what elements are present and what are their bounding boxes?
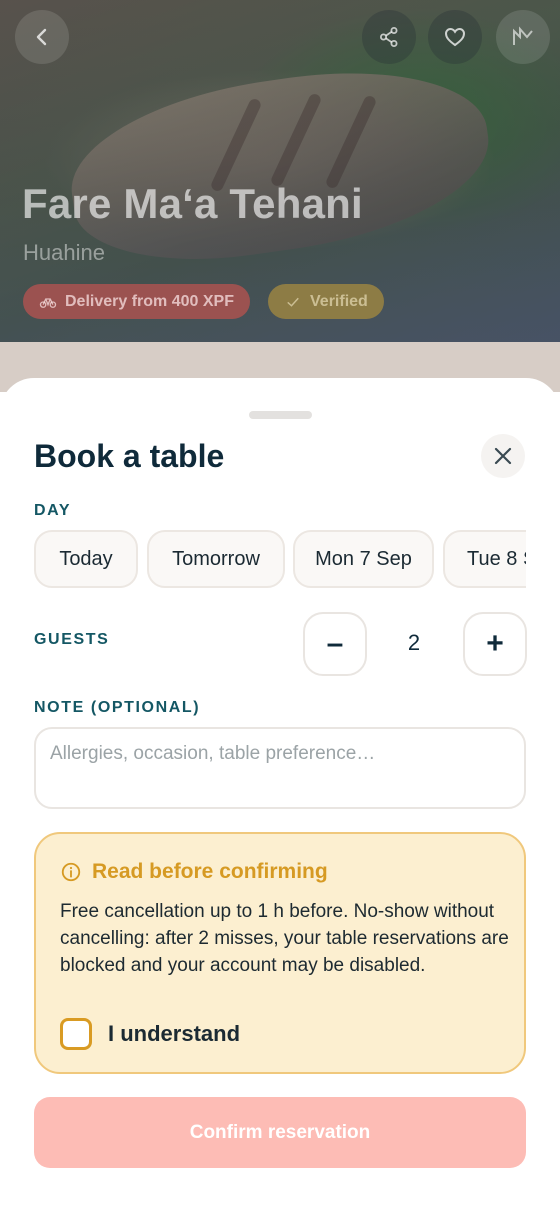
share-button[interactable] (362, 10, 416, 64)
menu-book-button[interactable] (496, 10, 550, 64)
back-button[interactable] (15, 10, 69, 64)
restaurant-location: Huahine (23, 240, 105, 265)
day-selector: Today Tomorrow Mon 7 Sep Tue 8 Sep (34, 530, 526, 588)
understand-checkbox-row[interactable]: I understand (60, 1018, 240, 1050)
close-button[interactable] (481, 434, 525, 478)
flag-icon (513, 26, 533, 45)
verified-badge: Verified (268, 284, 384, 319)
cancellation-notice: Read before confirming Free cancellation… (34, 832, 526, 1074)
verified-badge-label: Verified (310, 292, 368, 310)
note-label: NOTE (OPTIONAL) (34, 699, 201, 716)
share-icon (380, 27, 398, 47)
restaurant-name: Fare Maʻa Tehani (22, 180, 363, 227)
understand-checkbox-label[interactable]: I understand (108, 1021, 240, 1047)
guests-increment-button[interactable]: + (463, 612, 527, 676)
day-label: DAY (34, 502, 72, 519)
day-chip-mon-7-sep[interactable]: Mon 7 Sep (293, 530, 434, 588)
sheet-drag-handle[interactable] (249, 411, 312, 419)
guests-decrement-button[interactable]: – (303, 612, 367, 676)
sheet-title: Book a table (34, 438, 225, 474)
favorite-button[interactable] (428, 10, 482, 64)
booking-sheet: Book a table DAY Today Tomorrow Mon 7 Se… (0, 378, 560, 1214)
close-icon (494, 447, 512, 465)
guests-label: GUESTS (34, 631, 110, 648)
day-chip-tomorrow[interactable]: Tomorrow (147, 530, 285, 588)
delivery-badge: Delivery from 400 XPF (23, 284, 250, 319)
bicycle-icon (39, 297, 57, 308)
understand-checkbox[interactable] (60, 1018, 92, 1050)
day-chip-today[interactable]: Today (34, 530, 138, 588)
check-icon (287, 297, 299, 307)
info-icon (61, 862, 81, 882)
day-chip-tue-8-sep[interactable]: Tue 8 Sep (443, 530, 526, 588)
notice-title: Read before confirming (60, 860, 328, 884)
restaurant-hero: Fare Maʻa Tehani Huahine Delivery from 4… (0, 0, 560, 342)
confirm-reservation-button[interactable]: Confirm reservation (34, 1097, 526, 1168)
delivery-badge-label: Delivery from 400 XPF (65, 292, 234, 310)
note-input[interactable] (34, 727, 526, 809)
guests-count: 2 (407, 630, 421, 655)
notice-title-text: Read before confirming (92, 860, 328, 883)
chevron-left-icon (36, 28, 47, 46)
heart-icon (444, 27, 466, 47)
notice-body: Free cancellation up to 1 h before. No-s… (60, 901, 509, 976)
